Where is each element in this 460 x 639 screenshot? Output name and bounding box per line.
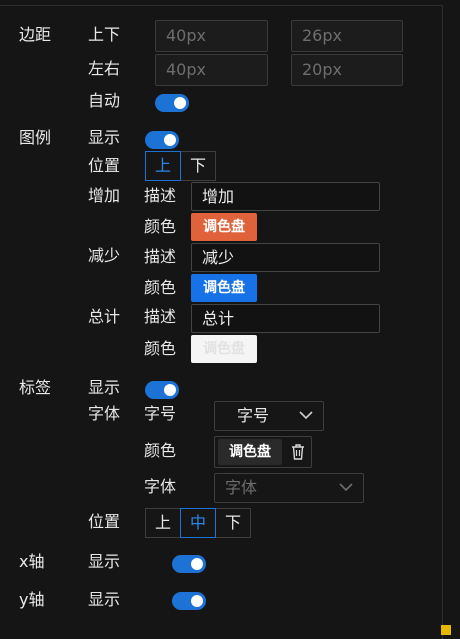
margin-right-input[interactable]: 20px xyxy=(291,54,403,86)
tags-show-toggle[interactable] xyxy=(145,381,179,399)
x-axis-show-label: 显示 xyxy=(88,552,121,571)
tags-family-placeholder: 字体 xyxy=(225,478,258,497)
legend-position-bottom[interactable]: 下 xyxy=(180,151,216,181)
legend-position-label: 位置 xyxy=(88,156,121,175)
legend-show-toggle[interactable] xyxy=(145,131,179,149)
tags-color-swatch[interactable]: 调色盘 xyxy=(218,439,282,465)
legend-increase-desc-input[interactable]: 增加 xyxy=(191,182,380,211)
legend-decrease-color-swatch[interactable]: 调色盘 xyxy=(191,274,257,302)
tags-position-middle[interactable]: 中 xyxy=(180,508,216,538)
legend-increase-label: 增加 xyxy=(88,186,121,205)
margin-top-input[interactable]: 40px xyxy=(155,20,268,52)
legend-decrease-desc-input[interactable]: 减少 xyxy=(191,243,380,272)
x-axis-section-label: x轴 xyxy=(19,552,45,571)
tags-font-label: 字体 xyxy=(88,404,121,423)
toggle-knob xyxy=(191,558,203,570)
legend-decrease-color-label: 颜色 xyxy=(144,278,177,297)
tags-size-label: 字号 xyxy=(144,404,177,423)
margin-auto-label: 自动 xyxy=(88,91,121,110)
toggle-knob xyxy=(191,595,203,607)
resize-handle[interactable] xyxy=(441,625,451,635)
y-axis-show-toggle[interactable] xyxy=(172,592,206,610)
panel-border-top xyxy=(0,5,442,6)
y-axis-section-label: y轴 xyxy=(19,590,45,609)
legend-total-label: 总计 xyxy=(88,307,121,326)
trash-icon[interactable] xyxy=(291,444,305,460)
margin-auto-toggle[interactable] xyxy=(155,94,189,112)
legend-show-label: 显示 xyxy=(88,128,121,147)
tags-position-bottom[interactable]: 下 xyxy=(215,508,251,538)
chevron-down-icon xyxy=(339,483,353,492)
y-axis-show-label: 显示 xyxy=(88,590,121,609)
margin-section-label: 边距 xyxy=(19,25,52,44)
toggle-knob xyxy=(174,97,186,109)
tags-size-select-value: 字号 xyxy=(237,406,270,425)
legend-increase-desc-label: 描述 xyxy=(144,186,177,205)
toggle-knob xyxy=(164,134,176,146)
margin-vertical-label: 上下 xyxy=(88,25,121,44)
tags-family-select[interactable]: 字体 xyxy=(214,473,364,503)
tags-family-label: 字体 xyxy=(144,477,177,496)
legend-decrease-label: 减少 xyxy=(88,246,121,265)
legend-total-desc-label: 描述 xyxy=(144,307,177,326)
panel-border-right xyxy=(442,5,443,639)
chevron-down-icon xyxy=(299,411,313,420)
margin-horizontal-label: 左右 xyxy=(88,59,121,78)
legend-position-top[interactable]: 上 xyxy=(145,151,181,181)
legend-total-color-swatch[interactable]: 调色盘 xyxy=(191,335,257,363)
legend-section-label: 图例 xyxy=(19,128,52,147)
legend-increase-color-label: 颜色 xyxy=(144,217,177,236)
tags-size-select[interactable]: 字号 xyxy=(214,401,324,431)
legend-increase-color-swatch[interactable]: 调色盘 xyxy=(191,213,257,241)
legend-decrease-desc-label: 描述 xyxy=(144,247,177,266)
x-axis-show-toggle[interactable] xyxy=(172,555,206,573)
margin-left-input[interactable]: 40px xyxy=(155,54,268,86)
tags-position-label: 位置 xyxy=(88,512,121,531)
legend-total-desc-input[interactable]: 总计 xyxy=(191,304,380,333)
tags-position-segmented: 上 中 下 xyxy=(145,508,251,538)
tags-show-label: 显示 xyxy=(88,378,121,397)
tags-position-top[interactable]: 上 xyxy=(145,508,181,538)
tags-color-label: 颜色 xyxy=(144,441,177,460)
tags-section-label: 标签 xyxy=(19,378,52,397)
legend-total-color-label: 颜色 xyxy=(144,339,177,358)
tags-color-picker: 调色盘 xyxy=(214,436,312,468)
toggle-knob xyxy=(164,384,176,396)
margin-bottom-input[interactable]: 26px xyxy=(291,20,403,52)
legend-position-segmented: 上 下 xyxy=(145,151,216,181)
